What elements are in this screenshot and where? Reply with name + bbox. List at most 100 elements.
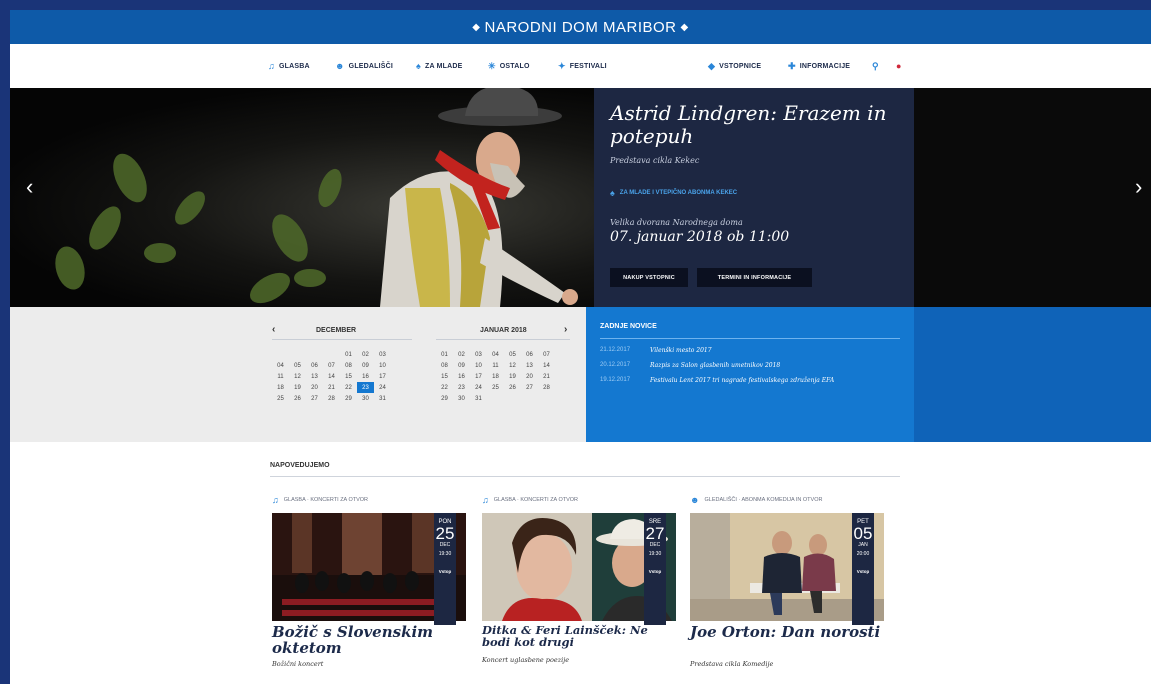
calendar-day[interactable]: 10 — [374, 360, 391, 371]
calendar-day[interactable]: 19 — [504, 371, 521, 382]
calendar-day[interactable]: 05 — [289, 360, 306, 371]
event-subtitle: Predstava cikla Kekec — [610, 156, 700, 165]
calendar-day[interactable]: 29 — [340, 393, 357, 404]
calendar-day[interactable]: 23 — [357, 382, 374, 393]
calendar-day[interactable]: 08 — [340, 360, 357, 371]
card-date: SRE 27 DEC 19:30 Vstop — [644, 513, 666, 625]
info-icon: ✚ — [788, 61, 796, 71]
news-item[interactable]: 21.12.2017 Vilenški mesto 2017 — [600, 347, 712, 354]
calendar-day[interactable]: 26 — [504, 382, 521, 393]
calendar-day[interactable]: 01 — [340, 349, 357, 360]
calendar-day[interactable]: 14 — [538, 360, 555, 371]
calendar-day[interactable]: 03 — [374, 349, 391, 360]
calendar-day[interactable]: 27 — [306, 393, 323, 404]
calendar-day[interactable]: 09 — [453, 360, 470, 371]
calendar-empty-cell — [323, 349, 340, 360]
calendar-day[interactable]: 11 — [272, 371, 289, 382]
calendar-day[interactable]: 05 — [504, 349, 521, 360]
nav-item-glasba[interactable]: ♫ GLASBA — [268, 61, 310, 71]
calendar-day[interactable]: 25 — [487, 382, 504, 393]
calendar-day[interactable]: 21 — [538, 371, 555, 382]
calendar-day[interactable]: 30 — [453, 393, 470, 404]
calendar-day[interactable]: 16 — [357, 371, 374, 382]
info-button[interactable]: TERMINI IN INFORMACIJE — [697, 268, 812, 287]
news-heading: ZADNJE NOVICE — [600, 323, 657, 330]
calendar-day[interactable]: 07 — [323, 360, 340, 371]
calendar-day[interactable]: 17 — [374, 371, 391, 382]
calendar-day[interactable]: 02 — [357, 349, 374, 360]
buy-tickets-button[interactable]: NAKUP VSTOPNIC — [610, 268, 688, 287]
calendar-day[interactable]: 23 — [453, 382, 470, 393]
nav-item-gledalisci[interactable]: ☻ GLEDALIŠČI — [335, 61, 393, 71]
calendar-day[interactable]: 31 — [470, 393, 487, 404]
calendar-day[interactable]: 09 — [357, 360, 374, 371]
calendar-day[interactable]: 24 — [374, 382, 391, 393]
calendar-day[interactable]: 15 — [340, 371, 357, 382]
calendar-day[interactable]: 04 — [272, 360, 289, 371]
nav-tickets[interactable]: ◆ VSTOPNICE — [708, 61, 761, 72]
calendar-day[interactable]: 19 — [289, 382, 306, 393]
calendar-day[interactable]: 16 — [453, 371, 470, 382]
calendar-day[interactable]: 17 — [470, 371, 487, 382]
slider-prev-button[interactable]: ‹ — [26, 176, 33, 198]
news-item[interactable]: 20.12.2017 Razpis za Salon glasbenih ume… — [600, 362, 780, 369]
event-card[interactable]: ♫ GLASBA · KONCERTI ZA OTVOR SRE 27 DEC … — [482, 494, 676, 684]
card-title[interactable]: Joe Orton: Dan norosti — [690, 624, 884, 640]
calendar-day[interactable]: 06 — [521, 349, 538, 360]
event-card[interactable]: ☻ GLEDALIŠČI · ABONMA KOMEDIJA IN OTVOR … — [690, 494, 884, 684]
nav-item-za-mlade[interactable]: ♠ ZA MLADE — [416, 61, 463, 71]
calendar-day[interactable]: 01 — [436, 349, 453, 360]
calendar-day[interactable]: 24 — [470, 382, 487, 393]
calendar-day[interactable]: 26 — [289, 393, 306, 404]
calendar-day[interactable]: 03 — [470, 349, 487, 360]
slider-next-button[interactable]: › — [1135, 176, 1142, 198]
event-title[interactable]: Astrid Lindgren: Erazem in potepuh — [610, 102, 900, 148]
event-category[interactable]: ♠ ZA MLADE I VTEPIČNO ABONMA KEKEC — [610, 188, 737, 198]
calendar-day[interactable]: 22 — [340, 382, 357, 393]
calendar-day[interactable]: 27 — [521, 382, 538, 393]
calendar-day[interactable]: 31 — [374, 393, 391, 404]
calendar-day[interactable]: 18 — [487, 371, 504, 382]
calendar-day[interactable]: 13 — [521, 360, 538, 371]
calendar-day[interactable]: 30 — [357, 393, 374, 404]
calendar-day[interactable]: 15 — [436, 371, 453, 382]
calendar-day[interactable]: 14 — [323, 371, 340, 382]
browser-viewport: ◆ NARODNI DOM MARIBOR ◆ ♫ GLASBA ☻ GLEDA… — [10, 10, 1151, 684]
site-title[interactable]: NARODNI DOM MARIBOR — [484, 19, 676, 36]
calendar-day[interactable]: 11 — [487, 360, 504, 371]
search-button[interactable]: ⚲ — [872, 61, 883, 72]
calendar-day[interactable]: 25 — [272, 393, 289, 404]
calendar-day[interactable]: 20 — [521, 371, 538, 382]
calendar-day[interactable]: 04 — [487, 349, 504, 360]
calendar-day[interactable]: 13 — [306, 371, 323, 382]
event-card[interactable]: ♫ GLASBA · KONCERTI ZA OTVOR PON 25 DEC … — [272, 494, 466, 684]
card-title[interactable]: Božič s Slovenskim oktetom — [272, 624, 466, 656]
calendar-day[interactable]: 06 — [306, 360, 323, 371]
nav-info[interactable]: ✚ INFORMACIJE — [788, 61, 850, 72]
calendar-day[interactable]: 07 — [538, 349, 555, 360]
nav-item-ostalo[interactable]: ✳ OSTALO — [488, 61, 530, 72]
calendar-day[interactable]: 22 — [436, 382, 453, 393]
calendar-next-button[interactable]: › — [564, 324, 567, 335]
nav-item-festivali[interactable]: ✦ FESTIVALI — [558, 61, 607, 72]
calendar-day[interactable]: 28 — [538, 382, 555, 393]
calendar-day[interactable]: 28 — [323, 393, 340, 404]
calendar-day[interactable]: 08 — [436, 360, 453, 371]
calendar-day[interactable]: 12 — [504, 360, 521, 371]
calendar-day[interactable]: 10 — [470, 360, 487, 371]
calendar-day[interactable]: 02 — [453, 349, 470, 360]
card-ticket-link[interactable]: Vstop — [644, 569, 666, 574]
calendar-day[interactable]: 20 — [306, 382, 323, 393]
calendar-day[interactable]: 18 — [272, 382, 289, 393]
calendar-month-december: DECEMBER — [316, 327, 357, 334]
card-ticket-link[interactable]: Vstop — [852, 569, 874, 574]
calendar-prev-button[interactable]: ‹ — [272, 324, 275, 335]
card-ticket-link[interactable]: Vstop — [434, 569, 456, 574]
language-button[interactable]: ● — [896, 61, 906, 71]
card-title[interactable]: Ditka & Feri Lainšček: Ne bodi kot drugi — [482, 624, 676, 648]
calendar-day[interactable]: 21 — [323, 382, 340, 393]
calendar-day[interactable]: 29 — [436, 393, 453, 404]
news-item[interactable]: 19.12.2017 Festivalu Lent 2017 tri nagra… — [600, 377, 834, 384]
calendar-day[interactable]: 12 — [289, 371, 306, 382]
news-date: 21.12.2017 — [600, 347, 631, 353]
